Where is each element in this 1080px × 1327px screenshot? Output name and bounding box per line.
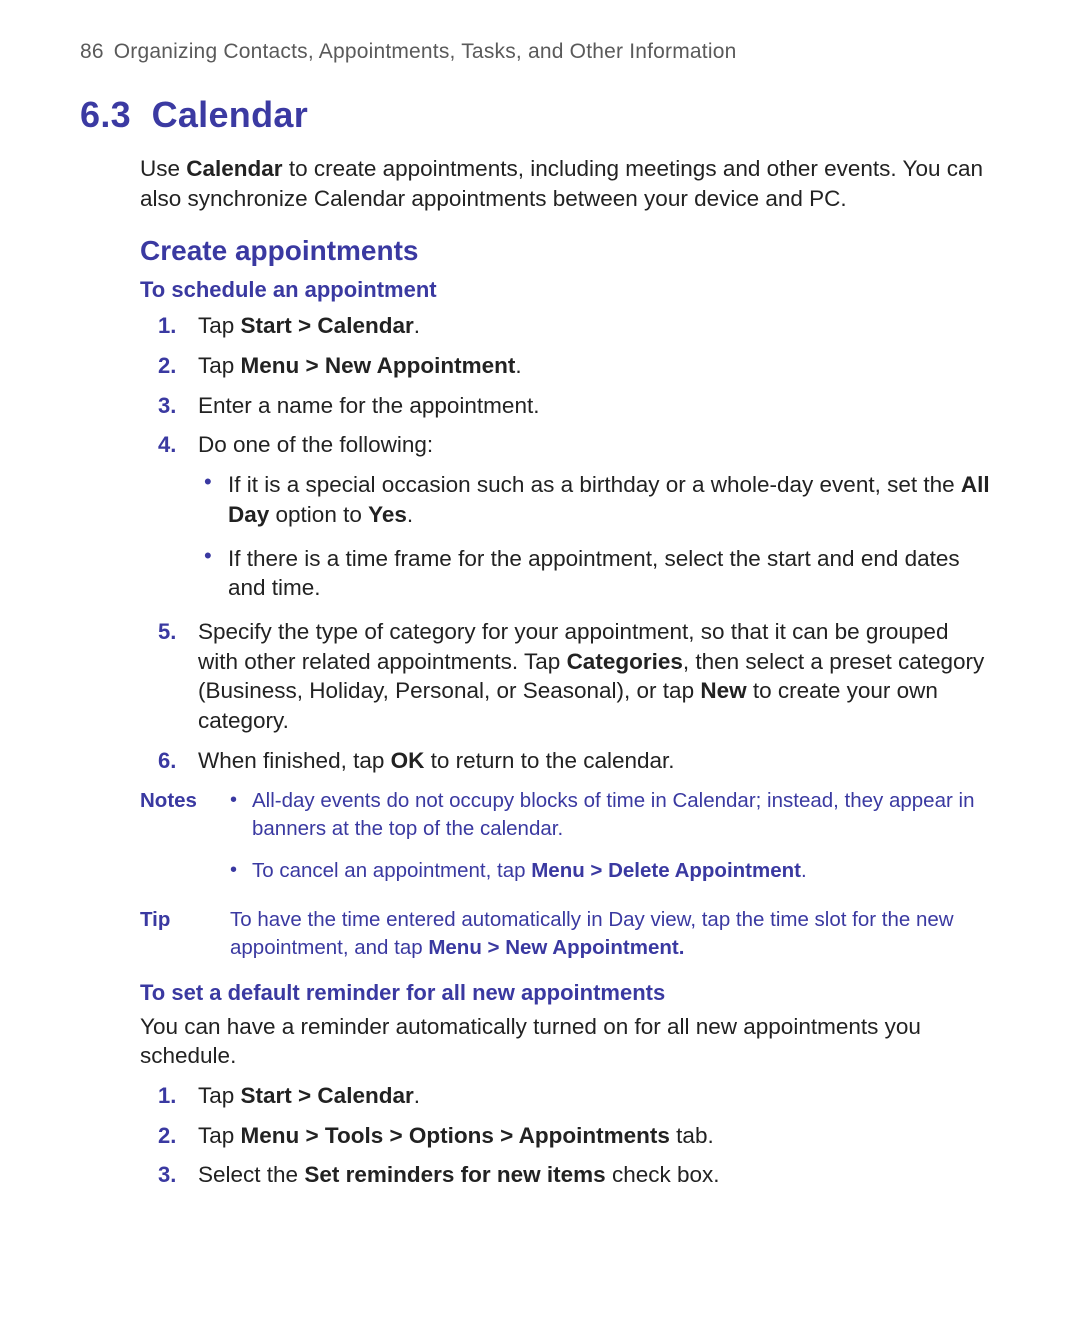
document-page: 86 Organizing Contacts, Appointments, Tas… bbox=[0, 0, 1080, 1282]
section-heading: 6.3 Calendar bbox=[80, 94, 990, 136]
step-number: 1. bbox=[158, 311, 176, 340]
page-number: 86 bbox=[80, 40, 104, 63]
note-item: All-day events do not occupy blocks of t… bbox=[230, 787, 990, 842]
subsection-heading: Create appointments bbox=[140, 235, 990, 267]
note-item: To cancel an appointment, tap Menu > Del… bbox=[230, 857, 990, 885]
tip-block: Tip To have the time entered automatical… bbox=[140, 906, 990, 961]
step-number: 3. bbox=[158, 1160, 176, 1189]
procedure-2-intro: You can have a reminder automatically tu… bbox=[140, 1012, 990, 1071]
step-1: 1. Tap Start > Calendar. bbox=[140, 311, 990, 341]
notes-block: Notes All-day events do not occupy block… bbox=[140, 787, 990, 898]
notes-label: Notes bbox=[140, 787, 230, 898]
procedure-heading-2: To set a default reminder for all new ap… bbox=[140, 980, 990, 1006]
sub-bullet: If it is a special occasion such as a bi… bbox=[198, 470, 990, 529]
chapter-title: Organizing Contacts, Appointments, Tasks… bbox=[114, 40, 737, 63]
section-number: 6.3 bbox=[80, 94, 131, 135]
procedure-2-steps: 1. Tap Start > Calendar. 2. Tap Menu > T… bbox=[140, 1081, 990, 1190]
tip-label: Tip bbox=[140, 906, 230, 961]
step-number: 2. bbox=[158, 351, 176, 380]
step-number: 5. bbox=[158, 617, 176, 646]
step-number: 4. bbox=[158, 430, 176, 459]
step-number: 6. bbox=[158, 746, 176, 775]
step-number: 2. bbox=[158, 1121, 176, 1150]
sub-bullet: If there is a time frame for the appoint… bbox=[198, 544, 990, 603]
step-2: 2. Tap Menu > Tools > Options > Appointm… bbox=[140, 1121, 990, 1151]
step-1: 1. Tap Start > Calendar. bbox=[140, 1081, 990, 1111]
step-3: 3. Enter a name for the appointment. bbox=[140, 391, 990, 421]
section-title-text: Calendar bbox=[152, 94, 308, 135]
step-4: 4. Do one of the following: If it is a s… bbox=[140, 430, 990, 602]
tip-body: To have the time entered automatically i… bbox=[230, 906, 990, 961]
intro-paragraph: Use Calendar to create appointments, inc… bbox=[140, 154, 990, 213]
step-6: 6. When finished, tap OK to return to th… bbox=[140, 746, 990, 776]
step-5: 5. Specify the type of category for your… bbox=[140, 617, 990, 736]
step-number: 3. bbox=[158, 391, 176, 420]
body-content: Use Calendar to create appointments, inc… bbox=[140, 154, 990, 1190]
running-header: 86 Organizing Contacts, Appointments, Tas… bbox=[80, 40, 990, 64]
step-number: 1. bbox=[158, 1081, 176, 1110]
notes-body: All-day events do not occupy blocks of t… bbox=[230, 787, 990, 898]
procedure-1-steps: 1. Tap Start > Calendar. 2. Tap Menu > N… bbox=[140, 311, 990, 775]
step-4-sublist: If it is a special occasion such as a bi… bbox=[198, 470, 990, 603]
procedure-heading-1: To schedule an appointment bbox=[140, 277, 990, 303]
step-3: 3. Select the Set reminders for new item… bbox=[140, 1160, 990, 1190]
step-2: 2. Tap Menu > New Appointment. bbox=[140, 351, 990, 381]
